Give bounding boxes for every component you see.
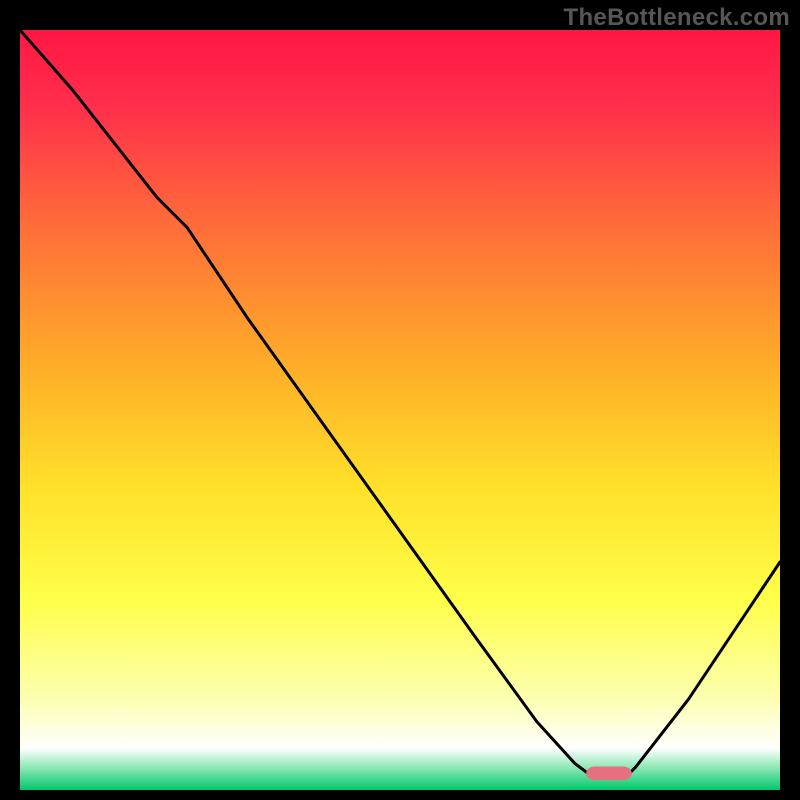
optimal-marker [586,766,632,780]
chart-container: TheBottleneck.com [0,0,800,800]
chart-svg [20,30,780,790]
watermark-text: TheBottleneck.com [564,4,790,32]
plot-area [20,30,780,790]
gradient-background [20,30,780,790]
